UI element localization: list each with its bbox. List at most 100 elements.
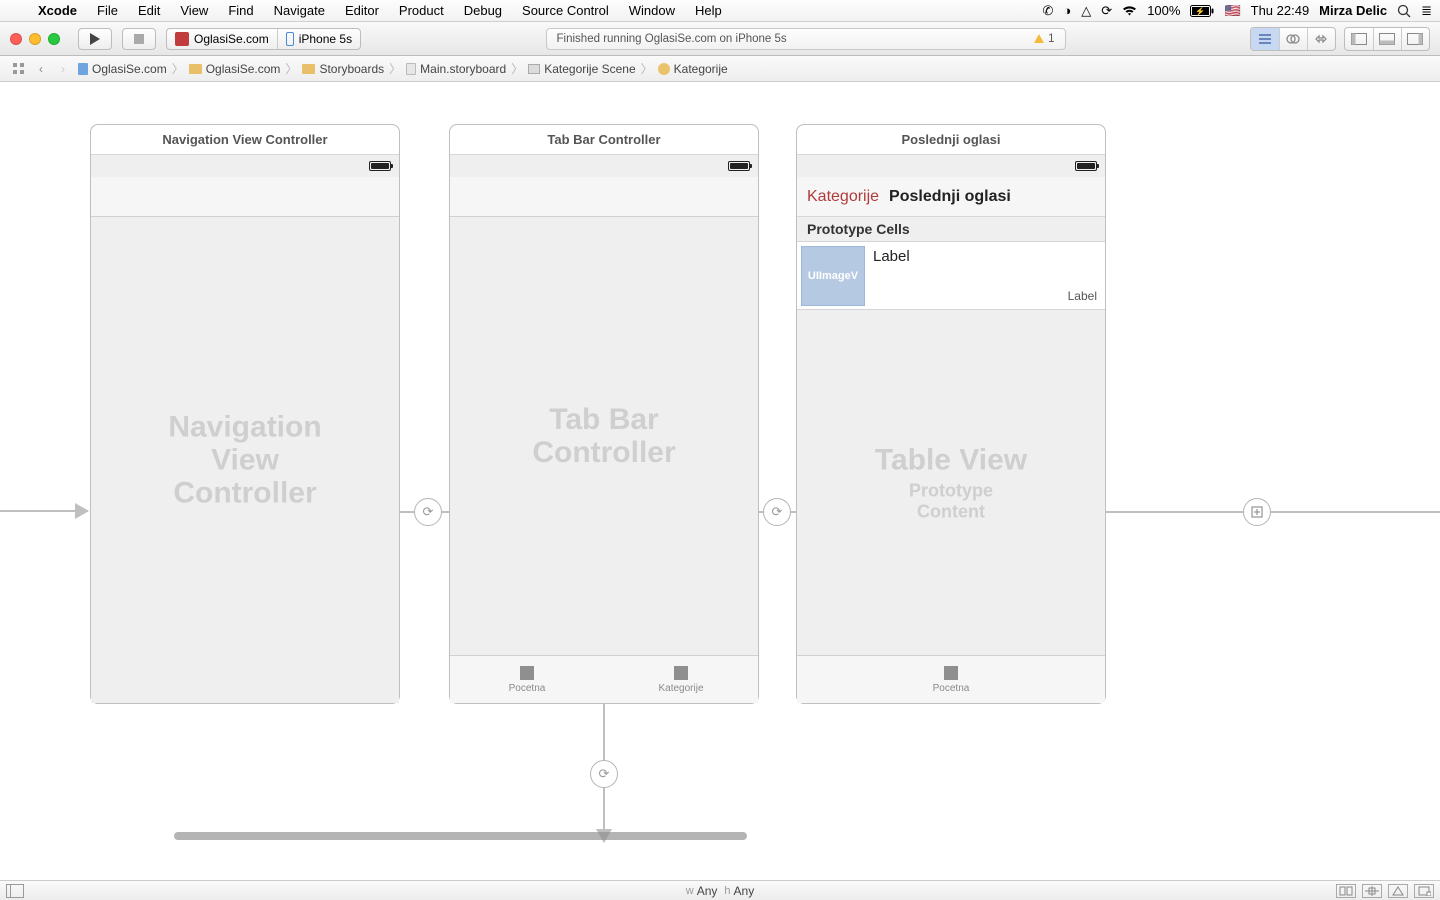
toggle-debug-button[interactable]	[1373, 28, 1401, 50]
chevron-icon: 〉	[388, 60, 402, 77]
activity-status: Finished running OglasiSe.com on iPhone …	[557, 33, 787, 45]
battery-icon: ⚡	[1190, 5, 1214, 17]
scheme-target[interactable]: OglasiSe.com	[167, 29, 277, 49]
issues-button[interactable]: 1	[1034, 33, 1054, 45]
watermark: Table View Prototype Content	[874, 443, 1028, 522]
scene-icon	[528, 64, 540, 74]
minimize-window-button[interactable]	[29, 33, 41, 45]
back-button-label[interactable]: Kategorije	[807, 188, 879, 206]
cell-subtitle-label[interactable]: Label	[1068, 289, 1097, 303]
tab-icon	[944, 666, 958, 680]
flag-icon[interactable]: 🇺🇸	[1224, 3, 1240, 19]
crumb-scene[interactable]: Kategorije Scene	[524, 62, 639, 76]
stop-button[interactable]	[122, 28, 156, 50]
resolve-issues-button[interactable]	[1388, 884, 1408, 898]
segue-node[interactable]	[1243, 498, 1271, 526]
scene-title[interactable]: Navigation View Controller	[91, 125, 399, 155]
assistant-editor-button[interactable]	[1279, 28, 1307, 50]
scene-title[interactable]: Tab Bar Controller	[450, 125, 758, 155]
document-outline-toggle[interactable]	[6, 884, 24, 898]
toggle-utilities-button[interactable]	[1401, 28, 1429, 50]
window-controls	[10, 33, 60, 45]
initial-viewcontroller-arrow[interactable]	[0, 510, 88, 512]
scheme-target-label: OglasiSe.com	[194, 32, 269, 46]
menu-sourcecontrol[interactable]: Source Control	[512, 3, 619, 18]
crumb-storyboard[interactable]: Main.storyboard	[402, 62, 510, 76]
navigation-bar[interactable]	[450, 177, 758, 217]
navbar-title[interactable]: Poslednji oglasi	[889, 188, 1011, 206]
menu-help[interactable]: Help	[685, 3, 732, 18]
xcode-toolbar: OglasiSe.com iPhone 5s Finished running …	[0, 22, 1440, 56]
menu-edit[interactable]: Edit	[128, 3, 170, 18]
back-button[interactable]: ‹	[30, 60, 52, 78]
folder-icon	[302, 64, 315, 74]
tableview-body[interactable]: Table View Prototype Content	[797, 310, 1105, 655]
zoom-window-button[interactable]	[48, 33, 60, 45]
toggle-navigator-button[interactable]	[1345, 28, 1373, 50]
close-window-button[interactable]	[10, 33, 22, 45]
segue-node[interactable]: ⟳	[763, 498, 791, 526]
svg-text:⚡: ⚡	[1195, 6, 1205, 16]
tableview-scene[interactable]: Poslednji oglasi Kategorije Poslednji og…	[796, 124, 1106, 704]
sync-icon[interactable]: ⟳	[1101, 3, 1112, 19]
menu-window[interactable]: Window	[619, 3, 685, 18]
jump-bar: ‹ › OglasiSe.com 〉 OglasiSe.com 〉 Storyb…	[0, 56, 1440, 82]
menu-navigate[interactable]: Navigate	[264, 3, 335, 18]
navigation-bar[interactable]	[91, 177, 399, 217]
tab-item-kategorije[interactable]: Kategorije	[604, 656, 758, 703]
pin-button[interactable]	[1362, 884, 1382, 898]
navigation-controller-scene[interactable]: Navigation View Controller Navigation Vi…	[90, 124, 400, 704]
canvas-bottom-bar: wAny hAny	[0, 880, 1440, 900]
scene-title[interactable]: Poslednji oglasi	[797, 125, 1105, 155]
cell-title-label[interactable]: Label	[873, 248, 910, 265]
tab-item-pocetna[interactable]: Pocetna	[450, 656, 604, 703]
chevron-icon: 〉	[510, 60, 524, 77]
dnd-icon[interactable]: ◑	[1063, 3, 1071, 18]
size-class-control[interactable]: wAny hAny	[686, 884, 754, 898]
uiimageview[interactable]: UIImageV	[801, 246, 865, 306]
status-bar	[797, 155, 1105, 177]
app-menu[interactable]: Xcode	[28, 3, 87, 18]
resizing-button[interactable]	[1414, 884, 1434, 898]
navigation-bar[interactable]: Kategorije Poslednji oglasi	[797, 177, 1105, 217]
segue-node[interactable]: ⟳	[590, 760, 618, 788]
align-button[interactable]	[1336, 884, 1356, 898]
folder-icon	[189, 64, 202, 74]
tabbar-controller-scene[interactable]: Tab Bar Controller Tab Bar Controller Po…	[449, 124, 759, 704]
scheme-destination[interactable]: iPhone 5s	[277, 29, 360, 49]
related-items-button[interactable]	[8, 60, 30, 78]
notification-center-icon[interactable]: ≣	[1421, 3, 1432, 19]
menu-file[interactable]: File	[87, 3, 128, 18]
tab-bar[interactable]: Pocetna Kategorije	[450, 655, 758, 703]
storyboard-icon	[406, 63, 416, 75]
standard-editor-button[interactable]	[1251, 28, 1279, 50]
crumb-project[interactable]: OglasiSe.com	[74, 62, 171, 76]
crumb-group1[interactable]: OglasiSe.com	[185, 62, 285, 76]
menu-product[interactable]: Product	[389, 3, 454, 18]
clock[interactable]: Thu 22:49	[1251, 3, 1310, 18]
menu-view[interactable]: View	[170, 3, 218, 18]
version-editor-button[interactable]	[1307, 28, 1335, 50]
menu-editor[interactable]: Editor	[335, 3, 389, 18]
horizontal-scrollbar[interactable]	[174, 832, 747, 840]
chevron-icon: 〉	[284, 60, 298, 77]
run-button[interactable]	[78, 28, 112, 50]
crumb-controller[interactable]: Kategorije	[654, 62, 732, 76]
macos-menubar: Xcode File Edit View Find Navigate Edito…	[0, 0, 1440, 22]
interface-builder-canvas[interactable]: Navigation View Controller Navigation Vi…	[0, 82, 1440, 880]
tab-item-pocetna[interactable]: Pocetna	[797, 656, 1105, 703]
menu-debug[interactable]: Debug	[454, 3, 512, 18]
crumb-group2[interactable]: Storyboards	[298, 62, 388, 76]
forward-button[interactable]: ›	[52, 60, 74, 78]
viber-icon[interactable]: ✆	[1043, 3, 1054, 19]
drive-icon[interactable]: △	[1081, 3, 1091, 19]
user-menu[interactable]: Mirza Delic	[1319, 3, 1387, 18]
scheme-selector[interactable]: OglasiSe.com iPhone 5s	[166, 28, 361, 50]
spotlight-icon[interactable]	[1397, 4, 1411, 18]
prototype-cell[interactable]: UIImageV Label Label	[797, 242, 1105, 310]
battery-icon	[728, 161, 750, 171]
segue-node[interactable]: ⟳	[414, 498, 442, 526]
tab-bar[interactable]: Pocetna	[797, 655, 1105, 703]
wifi-icon[interactable]	[1122, 5, 1137, 16]
menu-find[interactable]: Find	[218, 3, 263, 18]
